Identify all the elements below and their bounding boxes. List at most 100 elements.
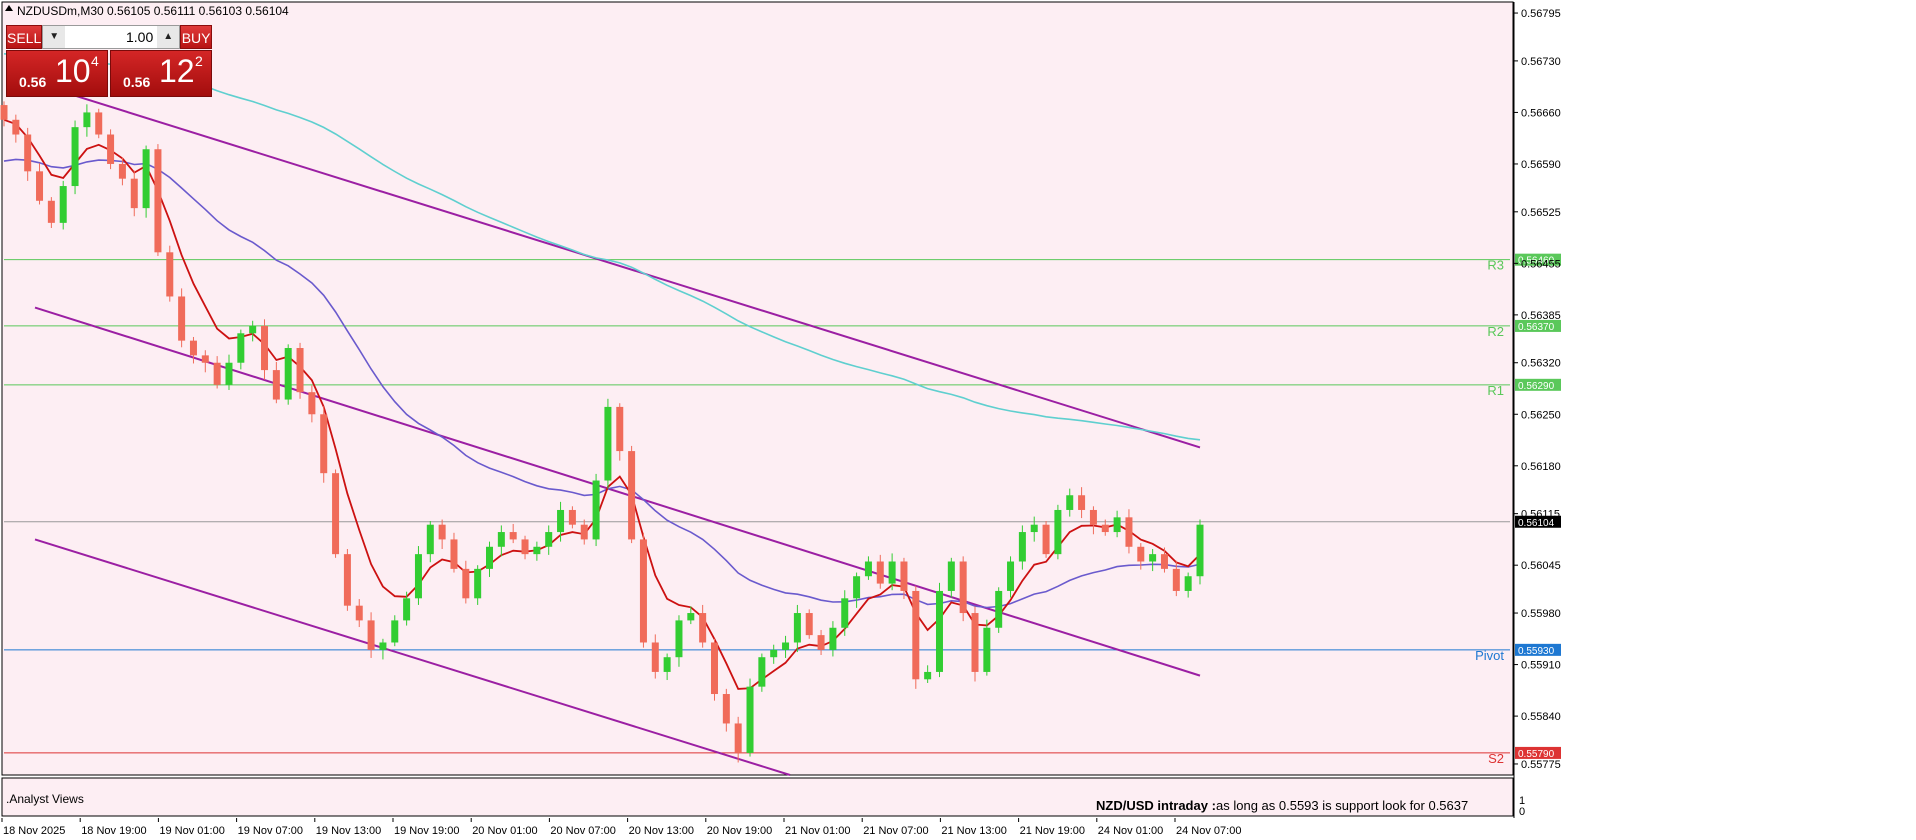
candle-body (888, 561, 896, 584)
candle-body (107, 134, 115, 164)
candle-body (770, 649, 778, 658)
candle-body (758, 657, 766, 687)
x-tick-label: 20 Nov 01:00 (472, 825, 537, 837)
candle-body (734, 723, 742, 753)
y-tick-label: 0.56455 (1521, 258, 1561, 270)
level-name-pivot: Pivot (1475, 648, 1504, 663)
candle-body (272, 370, 280, 400)
sell-quote-prefix: 0.56 (19, 74, 47, 90)
y-tick-label: 0.56320 (1521, 358, 1561, 370)
candle-body (249, 325, 257, 334)
candle-body (829, 627, 837, 650)
y-tick-label: 0.55840 (1521, 711, 1561, 723)
candle-body (36, 171, 44, 201)
candle-body (912, 590, 920, 680)
level-name-r2: R2 (1487, 324, 1504, 339)
candle-body (414, 554, 422, 599)
x-tick-label: 20 Nov 19:00 (707, 825, 772, 837)
candle-body (225, 362, 233, 385)
candle-body (805, 613, 813, 636)
candle-body (201, 355, 209, 363)
candle-body (189, 340, 197, 356)
buy-quote[interactable]: 0.56 12 2 (110, 50, 212, 97)
buy-button[interactable]: BUY (180, 25, 212, 49)
candle-body (355, 605, 363, 621)
candle-body (1078, 495, 1086, 510)
candle-body (474, 568, 482, 599)
level-name-r1: R1 (1487, 383, 1504, 398)
x-tick-label: 20 Nov 13:00 (629, 825, 694, 837)
x-tick-label: 20 Nov 07:00 (550, 825, 615, 837)
x-tick-label: 19 Nov 13:00 (316, 825, 381, 837)
candle-body (1113, 517, 1121, 533)
candle-body (1137, 546, 1145, 562)
candle-body (864, 561, 872, 577)
x-tick-label: 21 Nov 19:00 (1020, 825, 1085, 837)
annotation-title: NZD/USD intraday : (1096, 798, 1216, 813)
level-price-label: 0.56290 (1518, 381, 1555, 392)
candle-body (1054, 509, 1062, 555)
level-price-label: 0.55930 (1518, 646, 1555, 657)
chart-window: R3 0.56460 R2 0.56370 R1 0.56290 Pivot 0.55930 S… (0, 0, 1916, 840)
symbol-info: NZDUSDm,M30 0.56105 0.56111 0.56103 0.56… (17, 4, 289, 18)
y-tick-label: 0.56730 (1521, 56, 1561, 68)
x-tick-label: 19 Nov 07:00 (238, 825, 303, 837)
x-tick-label: 18 Nov 2025 (3, 825, 65, 837)
candle-body (332, 473, 340, 555)
annotation-text: as long as 0.5593 is support look for 0.… (1216, 798, 1468, 813)
candle-body (604, 406, 612, 481)
candle-body (971, 613, 979, 672)
candle-body (793, 613, 801, 643)
sell-quote-pips: 10 (55, 53, 91, 89)
candle-body (1172, 568, 1180, 591)
buy-quote-pips: 12 (159, 53, 195, 89)
candle-body (580, 524, 588, 540)
indicator-scale-bottom: 0 (1519, 806, 1525, 818)
candle-body (935, 590, 943, 672)
candle-body (853, 576, 861, 599)
level-name-r3: R3 (1487, 258, 1504, 273)
candle-body (1149, 554, 1157, 562)
candle-body (1089, 509, 1097, 525)
sell-quote[interactable]: 0.56 10 4 (6, 50, 108, 97)
candle-body (628, 451, 636, 540)
buy-quote-fraction: 2 (195, 53, 203, 69)
candle-body (722, 694, 730, 724)
level-price-label: 0.56370 (1518, 322, 1555, 333)
candle-body (983, 627, 991, 672)
candle-body (237, 333, 245, 363)
candle-body (83, 112, 91, 128)
lot-size-input[interactable] (65, 26, 158, 48)
candle-body (1196, 524, 1204, 577)
candle-body (284, 348, 292, 400)
candle-body (403, 598, 411, 621)
x-tick-label: 21 Nov 13:00 (941, 825, 1006, 837)
lot-decrease-icon[interactable]: ▼ (43, 26, 66, 48)
candle-body (486, 546, 494, 569)
trade-panel: SELL ▼ ▲ BUY 0.56 10 4 0.56 12 2 (6, 25, 212, 97)
candle-body (687, 613, 695, 621)
y-tick-label: 0.55910 (1521, 660, 1561, 672)
candle-body (154, 149, 162, 253)
candle-body (1030, 524, 1038, 533)
candle-body (817, 635, 825, 650)
candle-body (24, 134, 32, 172)
y-tick-label: 0.55980 (1521, 608, 1561, 620)
candle-body (308, 392, 316, 415)
candle-body (924, 671, 932, 680)
candle-body (1018, 532, 1026, 562)
candle-body (841, 598, 849, 628)
lot-increase-icon[interactable]: ▲ (157, 26, 180, 48)
candle-body (651, 642, 659, 672)
x-tick-label: 24 Nov 01:00 (1098, 825, 1163, 837)
y-tick-label: 0.56115 (1521, 509, 1560, 521)
x-tick-label: 24 Nov 07:00 (1176, 825, 1241, 837)
candle-body (1125, 517, 1133, 547)
candle-body (296, 348, 304, 393)
candle-body (876, 561, 884, 584)
lot-size-control: ▼ ▲ (42, 25, 181, 49)
sell-button[interactable]: SELL (6, 25, 43, 49)
price-chart[interactable]: R3 0.56460R2 0.56370R1 0.56290Pivot 0.55930S… (0, 0, 1916, 840)
candle-body (261, 325, 269, 371)
candle-body (699, 613, 707, 643)
